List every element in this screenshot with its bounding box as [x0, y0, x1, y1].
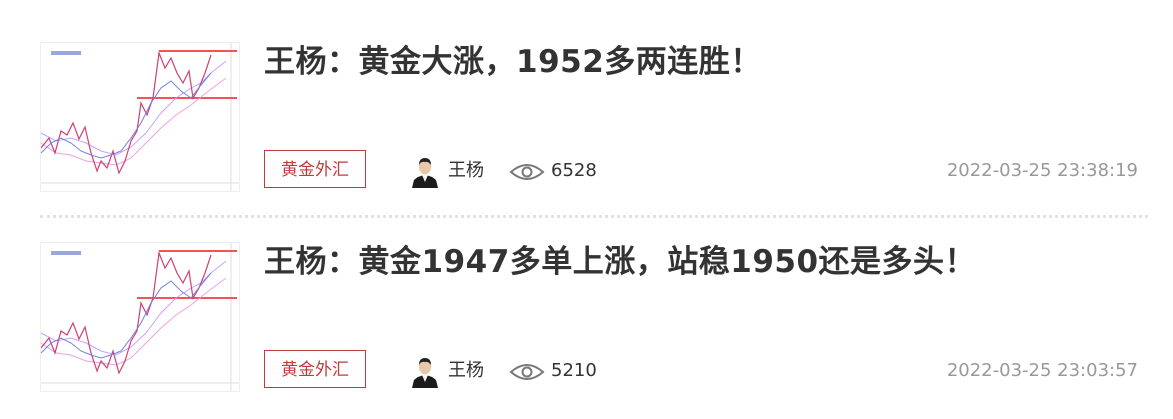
article-item[interactable]: 王杨：黄金1947多单上涨，站稳1950还是多头！ 黄金外汇 王杨 5210 2…	[40, 242, 1140, 392]
article-thumbnail[interactable]	[40, 242, 240, 392]
article-title[interactable]: 王杨：黄金大涨，1952多两连胜！	[264, 42, 762, 82]
view-count: 6528	[551, 160, 597, 181]
category-tag[interactable]: 黄金外汇	[264, 150, 366, 188]
article-divider	[40, 215, 1148, 218]
author-name[interactable]: 王杨	[448, 359, 484, 383]
category-tag[interactable]: 黄金外汇	[264, 350, 366, 388]
eye-icon	[509, 361, 545, 383]
article-thumbnail[interactable]	[40, 42, 240, 192]
view-count: 5210	[551, 360, 597, 381]
avatar[interactable]	[410, 356, 440, 388]
author-name[interactable]: 王杨	[448, 159, 484, 183]
publish-time: 2022-03-25 23:38:19	[946, 160, 1138, 181]
eye-icon	[509, 161, 545, 183]
publish-time: 2022-03-25 23:03:57	[946, 360, 1138, 381]
article-title[interactable]: 王杨：黄金1947多单上涨，站稳1950还是多头！	[264, 242, 976, 282]
article-item[interactable]: 王杨：黄金大涨，1952多两连胜！ 黄金外汇 王杨 6528 2022-03-2…	[40, 42, 1140, 192]
avatar[interactable]	[410, 156, 440, 188]
